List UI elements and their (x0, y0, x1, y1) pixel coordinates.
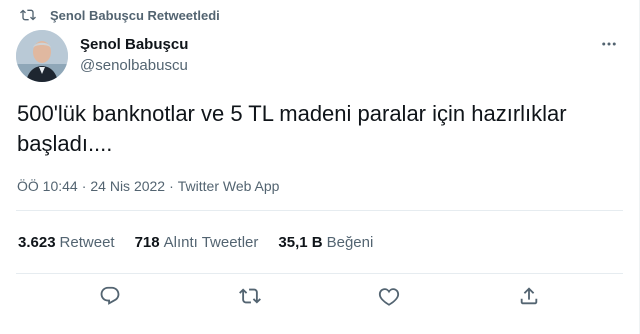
stat-count: 35,1 B (278, 234, 323, 251)
stat-label: Alıntı Tweetler (163, 234, 259, 251)
like-icon (379, 288, 400, 306)
author-names: Şenol Babuşcu @senolbabuscu (80, 36, 188, 76)
retweet-context-text: Şenol Babuşcu Retweetledi (50, 7, 220, 23)
divider (16, 210, 623, 211)
tweet-stats: 3.623 Retweet 718 Alıntı Tweetler 35,1 B Be… (18, 234, 393, 251)
more-icon (602, 42, 616, 46)
tweet-actions (0, 284, 639, 308)
tweet-time[interactable]: ÖÖ 10:44 (17, 178, 78, 194)
tweet-header: Şenol Babuşcu @senolbabuscu (16, 30, 623, 82)
avatar-image (16, 30, 68, 82)
retweet-icon (238, 288, 261, 304)
stat-retweets[interactable]: 3.623 Retweet (18, 234, 115, 251)
user-handle[interactable]: @senolbabuscu (80, 56, 188, 76)
stat-quote-tweets[interactable]: 718 Alıntı Tweetler (135, 234, 259, 251)
stat-likes[interactable]: 35,1 B Beğeni (278, 234, 373, 251)
stat-label: Beğeni (326, 234, 374, 251)
avatar[interactable] (16, 30, 68, 82)
tweet-text: 500'lük banknotlar ve 5 TL madeni parala… (17, 101, 567, 156)
divider (16, 273, 623, 274)
like-button[interactable] (377, 284, 401, 308)
tweet-date[interactable]: 24 Nis 2022 (90, 178, 165, 194)
tweet-meta: ÖÖ 10:44 · 24 Nis 2022 · Twitter Web App (17, 178, 279, 194)
retweet-icon (20, 9, 36, 21)
share-button[interactable] (517, 284, 541, 308)
share-icon (520, 287, 538, 305)
reply-button[interactable] (98, 284, 122, 308)
retweet-button[interactable] (238, 284, 262, 308)
tweet-card: Şenol Babuşcu Retweetledi Şenol Babuşcu … (0, 0, 640, 334)
tweet-source: Twitter Web App (177, 178, 280, 194)
stat-count: 3.623 (18, 234, 56, 251)
stat-label: Retweet (59, 234, 115, 251)
stat-count: 718 (134, 234, 160, 251)
more-options-button[interactable] (599, 34, 619, 54)
meta-separator: · (81, 178, 87, 194)
display-name[interactable]: Şenol Babuşcu (80, 36, 188, 54)
reply-icon (100, 286, 120, 305)
retweet-context[interactable]: Şenol Babuşcu Retweetledi (20, 7, 220, 23)
meta-separator: · (169, 178, 174, 194)
